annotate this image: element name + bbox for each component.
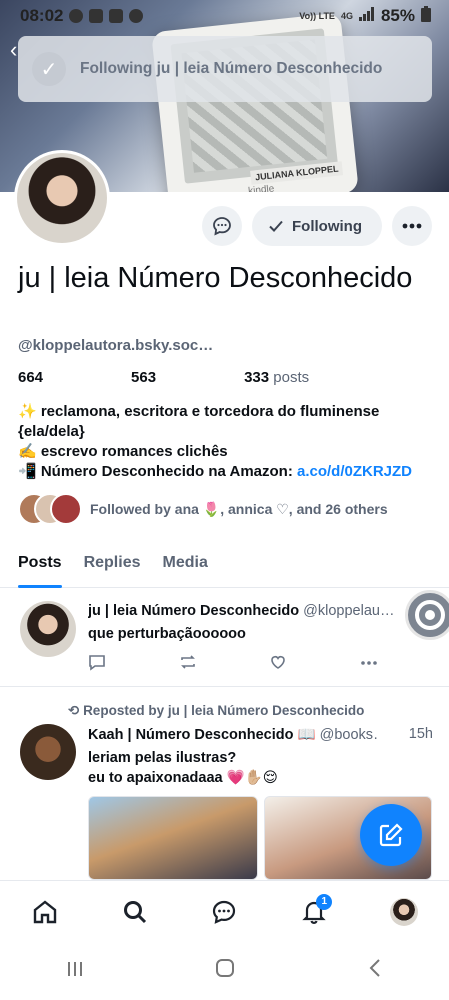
bio-amazon-link[interactable]: a.co/d/0ZKRJZD (297, 463, 412, 480)
more-options-button[interactable] (392, 206, 432, 246)
chat-bubble-icon (213, 217, 231, 236)
toast-message: Following ju | leia Número Desconhecido (80, 60, 383, 77)
profile-avatar[interactable] (14, 150, 110, 246)
posts-count: 333 posts (244, 369, 310, 386)
ellipsis-icon (402, 223, 422, 229)
compose-icon (379, 823, 403, 847)
battery-percent: 85% (380, 6, 415, 25)
banner-device-brand: kindle (247, 183, 275, 192)
compose-button[interactable] (360, 804, 422, 866)
post-author[interactable]: Kaah | Número Desconhecido 📖 (88, 727, 316, 743)
nav-home[interactable] (25, 892, 65, 932)
signal-icon (358, 6, 375, 26)
status-bar: 08:02 Vo)) LTE 4G 85% (0, 0, 449, 32)
avatar[interactable] (20, 601, 76, 657)
follow-toast: ✓ Following ju | leia Número Desconhecid… (18, 36, 432, 102)
tab-replies[interactable]: Replies (84, 546, 141, 587)
search-icon (123, 900, 146, 923)
profile-actions: Following (202, 206, 432, 246)
followers-count[interactable]: 664 (18, 369, 43, 386)
profile-handle: @kloppelautora.bsky.soc… (18, 337, 214, 354)
avatar (50, 493, 82, 525)
repost-icon[interactable] (179, 653, 197, 675)
following-button[interactable]: Following (252, 206, 382, 246)
avatar (390, 897, 419, 926)
tab-media[interactable]: Media (163, 546, 208, 587)
status-network: 4G (340, 10, 353, 21)
following-button-label: Following (292, 217, 362, 235)
assistive-touch-button[interactable] (405, 590, 449, 640)
app-notification-icon (89, 9, 104, 23)
cloud-icon (129, 9, 144, 23)
profile-stats: 664 563 333 posts (18, 369, 309, 386)
nav-messages[interactable] (204, 892, 244, 932)
tab-posts[interactable]: Posts (18, 546, 62, 588)
gallery-icon (109, 9, 124, 23)
post-more-icon[interactable] (360, 653, 378, 675)
post-header: ju | leia Número Desconhecido @kloppelau… (88, 603, 406, 619)
back-system-icon[interactable] (367, 958, 383, 984)
followers-avatars (18, 493, 82, 525)
nav-search[interactable] (115, 892, 155, 932)
followed-by[interactable]: Followed by ana 🌷, annica ♡, and 26 othe… (18, 492, 388, 526)
like-icon[interactable] (269, 653, 287, 675)
profile-display-name: ju | leia Número Desconhecido (18, 262, 413, 294)
post-text: leriam pelas ilustras? eu to apaixonadaa… (88, 750, 278, 786)
bottom-navigation: 1 (0, 880, 449, 942)
following-count[interactable]: 563 (131, 369, 156, 386)
battery-icon (421, 5, 431, 27)
post-handle: @kloppelau… (303, 603, 395, 619)
message-button[interactable] (202, 206, 243, 246)
home-system-icon[interactable] (215, 958, 235, 984)
post-author[interactable]: ju | leia Número Desconhecido (88, 603, 299, 619)
profile-bio: ✨ reclamona, escritora e torcedora do fl… (18, 402, 438, 482)
feed-post[interactable]: ju | leia Número Desconhecido @kloppelau… (0, 589, 449, 687)
post-handle: @books… (319, 727, 378, 743)
post-header: Kaah | Número Desconhecido 📖 @books… (88, 726, 378, 743)
nav-notifications[interactable]: 1 (294, 892, 334, 932)
home-icon (33, 899, 57, 923)
post-image[interactable] (88, 796, 258, 880)
back-button[interactable]: ‹ (10, 36, 34, 64)
bio-line: 📲 Número Desconhecido na Amazon: a.co/d/… (18, 463, 413, 480)
post-actions (88, 653, 378, 675)
checkmark-icon (269, 220, 283, 232)
bio-line: ✨ reclamona, escritora e torcedora do fl… (18, 403, 380, 440)
chat-icon (213, 900, 236, 924)
status-time: 08:02 (20, 6, 64, 25)
followed-by-text: Followed by ana 🌷, annica ♡, and 26 othe… (90, 500, 388, 517)
post-time: 15h (408, 726, 433, 742)
status-volte: Vo)) LTE (299, 10, 335, 21)
system-navigation (0, 942, 449, 1000)
notifications-badge: 1 (316, 893, 333, 910)
avatar[interactable] (20, 724, 76, 780)
dnd-icon (69, 9, 84, 23)
repost-indicator: ⟲ Reposted by ju | leia Número Desconhec… (68, 703, 365, 718)
post-text: que perturbaçãoooooo (88, 626, 246, 642)
profile-tabs: Posts Replies Media (0, 546, 449, 588)
bio-line: ✍️ escrevo romances clichês (18, 443, 228, 460)
check-icon: ✓ (32, 52, 66, 86)
reply-icon[interactable] (88, 653, 106, 675)
recent-apps-icon[interactable] (66, 958, 84, 984)
nav-profile[interactable] (384, 892, 424, 932)
